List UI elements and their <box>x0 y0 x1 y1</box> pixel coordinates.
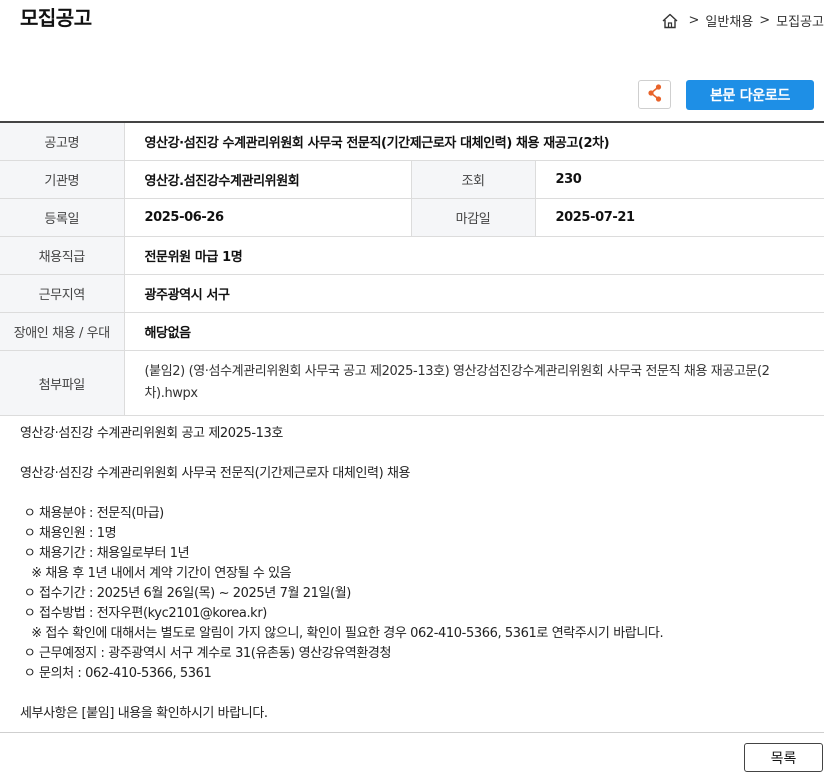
views-value: 230 <box>534 160 824 199</box>
position-value: 전문위원 마급 1명 <box>123 236 824 275</box>
table-row: 공고명 영산강·섬진강 수계관리위원회 사무국 전문직(기간제근로자 대체인력)… <box>0 122 824 161</box>
views-label: 조회 <box>410 160 535 199</box>
breadcrumb-separator: > <box>759 13 771 28</box>
table-row: 장애인 채용 / 우대 해당없음 <box>0 312 824 351</box>
deadline-label: 마감일 <box>410 198 535 237</box>
table-row: 채용직급 전문위원 마급 1명 <box>0 236 824 275</box>
body-line: ㅇ 문의처 : 062-410-5366, 5361 <box>20 666 212 681</box>
body-line: ㅇ 근무예정지 : 광주광역시 서구 계수로 31(유촌동) 영산강유역환경청 <box>20 646 392 661</box>
body-line: ※ 접수 확인에 대해서는 별도로 알림이 가지 않으니, 확인이 필요한 경우… <box>20 626 664 641</box>
page-title: 모집공고 <box>20 6 92 30</box>
disability-hiring-value: 해당없음 <box>123 312 824 351</box>
attachment-label: 첨부파일 <box>0 350 124 416</box>
position-label: 채용직급 <box>0 236 124 275</box>
body-line <box>20 684 800 704</box>
deadline-value: 2025-07-21 <box>534 198 824 237</box>
notice-body: 영산강·섬진강 수계관리위원회 공고 제2025-13호 영산강·섬진강 수계관… <box>20 424 800 724</box>
body-line: 세부사항은 [붙임] 내용을 확인하시기 바랍니다. <box>20 706 268 721</box>
organization-label: 기관명 <box>0 160 124 199</box>
table-row: 첨부파일 (붙임2) (영·섬수계관리위원회 사무국 공고 제2025-13호)… <box>0 350 824 416</box>
work-region-value: 광주광역시 서구 <box>123 274 824 313</box>
work-region-label: 근무지역 <box>0 274 124 313</box>
divider <box>0 732 824 733</box>
disability-hiring-label: 장애인 채용 / 우대 <box>0 312 124 351</box>
share-button[interactable] <box>638 80 671 109</box>
list-button[interactable]: 목록 <box>744 743 823 772</box>
share-icon <box>646 83 664 107</box>
table-row: 등록일 2025-06-26 마감일 2025-07-21 <box>0 198 824 237</box>
attachment-link[interactable]: (붙임2) (영·섬수계관리위원회 사무국 공고 제2025-13호) 영산강섬… <box>123 350 824 416</box>
table-row: 기관명 영산강.섬진강수계관리위원회 조회 230 <box>0 160 824 199</box>
notice-name-label: 공고명 <box>0 122 124 161</box>
body-line: ㅇ 채용분야 : 전문직(마급) <box>20 506 165 521</box>
body-line: ㅇ 접수방법 : 전자우편(kyc2101@korea.kr) <box>20 606 268 621</box>
notice-info-table: 공고명 영산강·섬진강 수계관리위원회 사무국 전문직(기간제근로자 대체인력)… <box>0 121 824 416</box>
body-line: 영산강·섬진강 수계관리위원회 사무국 전문직(기간제근로자 대체인력) 채용 <box>20 466 411 481</box>
table-row: 근무지역 광주광역시 서구 <box>0 274 824 313</box>
body-line: ㅇ 접수기간 : 2025년 6월 26일(목) ~ 2025년 7월 21일(… <box>20 586 352 601</box>
body-line: 영산강·섬진강 수계관리위원회 공고 제2025-13호 <box>20 426 283 441</box>
breadcrumb-item-notice[interactable]: 모집공고 <box>776 11 824 30</box>
notice-name-value: 영산강·섬진강 수계관리위원회 사무국 전문직(기간제근로자 대체인력) 채용 … <box>123 122 824 161</box>
body-line <box>20 444 800 464</box>
registration-date-value: 2025-06-26 <box>123 198 411 237</box>
breadcrumb-item-general-recruitment[interactable]: 일반채용 <box>705 11 753 30</box>
body-line <box>20 484 800 504</box>
body-line: ※ 채용 후 1년 내에서 계약 기간이 연장될 수 있음 <box>20 566 292 581</box>
home-icon[interactable] <box>661 12 679 30</box>
registration-date-label: 등록일 <box>0 198 124 237</box>
body-line: ㅇ 채용기간 : 채용일로부터 1년 <box>20 546 190 561</box>
breadcrumb: > 일반채용 > 모집공고 <box>661 11 824 30</box>
breadcrumb-separator: > <box>688 13 700 28</box>
download-body-button[interactable]: 본문 다운로드 <box>686 80 814 110</box>
body-line: ㅇ 채용인원 : 1명 <box>20 526 117 541</box>
organization-value: 영산강.섬진강수계관리위원회 <box>123 160 411 199</box>
